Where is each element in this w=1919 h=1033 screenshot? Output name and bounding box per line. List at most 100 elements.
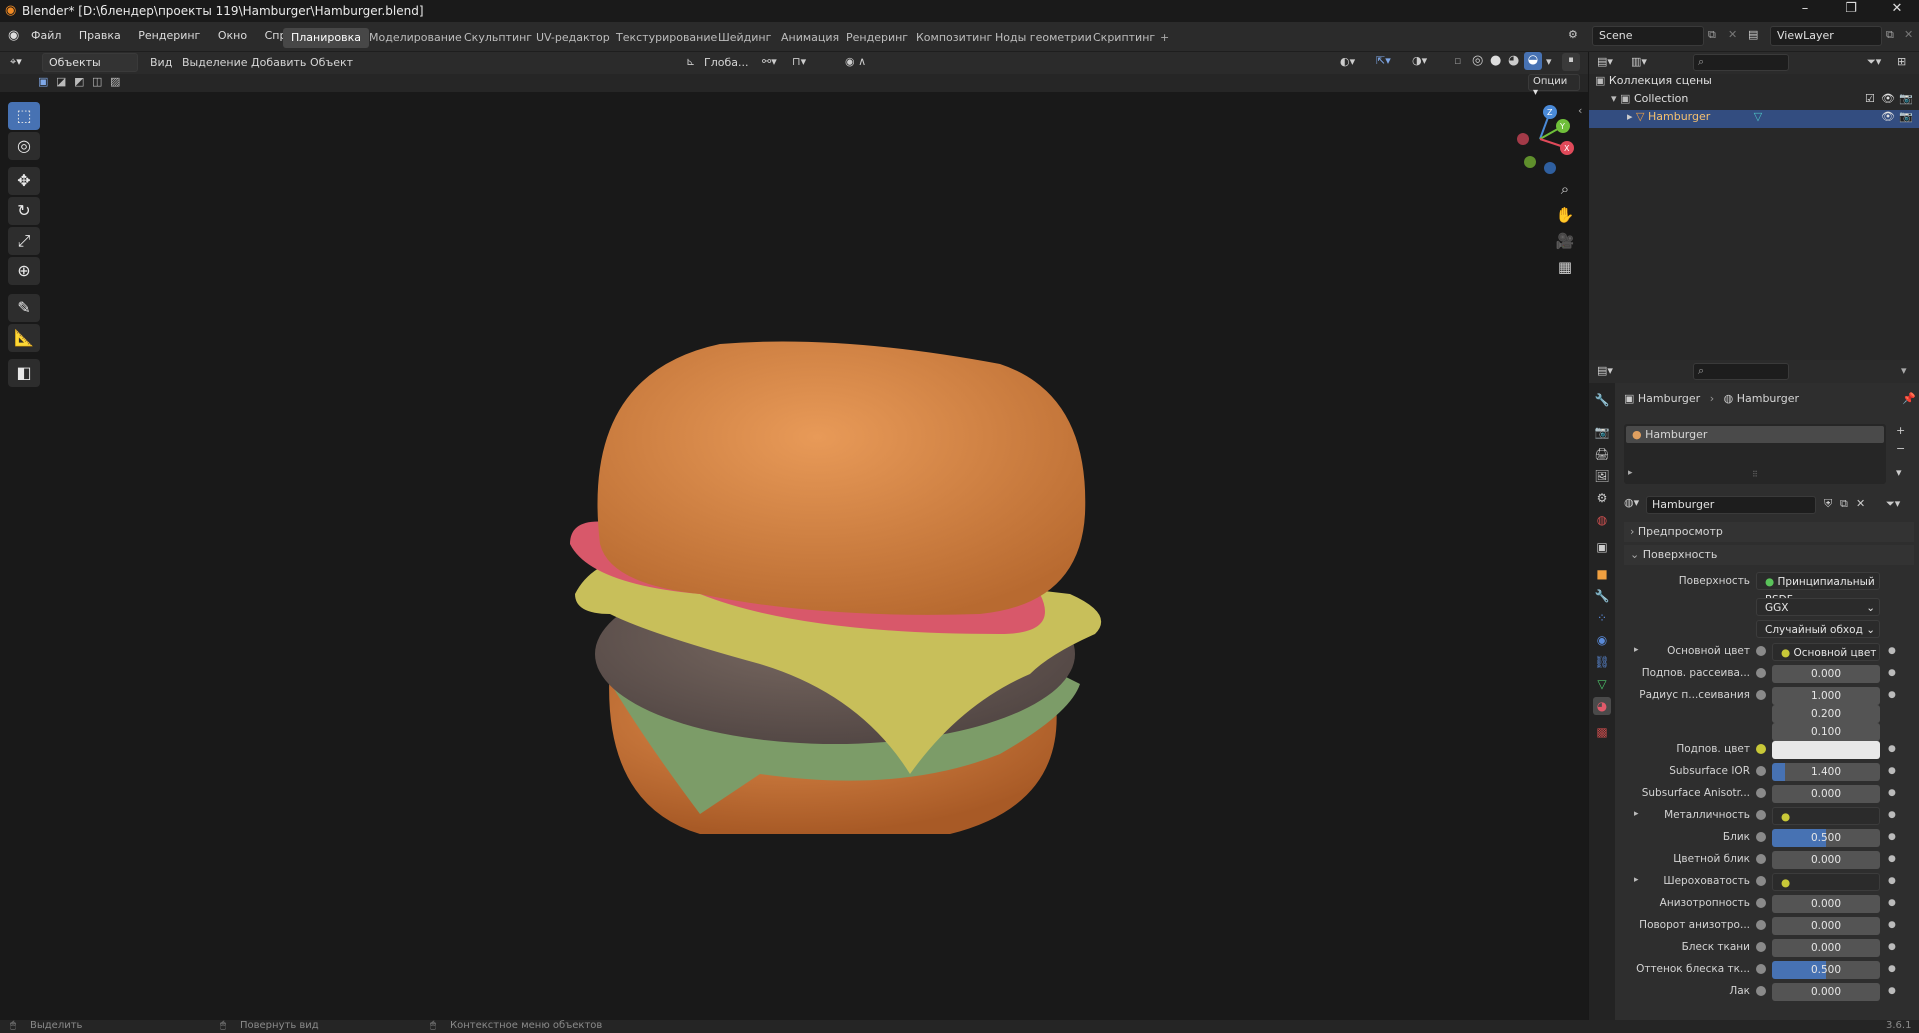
material-tab-icon[interactable]: ◕: [1593, 697, 1611, 715]
options-dropdown[interactable]: Опции ▾: [1528, 74, 1580, 98]
delete-scene-icon[interactable]: ✕: [1728, 28, 1737, 41]
slider-field[interactable]: 0.500: [1772, 829, 1880, 847]
outliner-search-input[interactable]: ⌕: [1693, 54, 1789, 71]
menu-view[interactable]: Вид: [150, 56, 172, 69]
zoom-icon[interactable]: ⌕: [1553, 178, 1577, 200]
outliner-row-scene-collection[interactable]: ▣ Коллекция сцены: [1589, 74, 1919, 92]
tab-rendering[interactable]: Рендеринг: [838, 28, 916, 48]
input-socket-icon[interactable]: [1756, 788, 1766, 798]
filter-icon[interactable]: ⏷▾: [1867, 55, 1881, 69]
expand-arrow-icon[interactable]: ▸: [1627, 110, 1633, 123]
checkbox-icon[interactable]: ☑: [1865, 92, 1875, 105]
keyframe-dot-icon[interactable]: ●: [1888, 646, 1896, 656]
copy-scene-icon[interactable]: ⧉: [1708, 28, 1716, 42]
pin-icon[interactable]: 📌: [1902, 392, 1916, 405]
keyframe-dot-icon[interactable]: ●: [1888, 690, 1896, 700]
wireframe-shading-icon[interactable]: ◎: [1472, 53, 1483, 68]
browse-material-icon[interactable]: ◍▾: [1624, 496, 1639, 509]
delete-view-layer-icon[interactable]: ✕: [1904, 28, 1913, 41]
select-mode-intersect-icon[interactable]: ▨: [110, 75, 120, 88]
input-socket-icon[interactable]: [1756, 964, 1766, 974]
tab-texturing[interactable]: Текстурирование: [608, 28, 725, 48]
view-layer-selector[interactable]: ViewLayer: [1770, 26, 1882, 46]
camera-view-icon[interactable]: 🎥: [1553, 230, 1577, 252]
subsurface-method-dropdown[interactable]: Случайный обход ⌄: [1756, 620, 1880, 638]
number-field[interactable]: 0.000: [1772, 939, 1880, 957]
scene-selector[interactable]: Scene: [1592, 26, 1704, 46]
pan-hand-icon[interactable]: ✋: [1553, 204, 1577, 226]
number-field[interactable]: 1.000: [1772, 687, 1880, 705]
properties-options-icon[interactable]: ▾: [1901, 364, 1907, 377]
color-swatch[interactable]: [1772, 741, 1880, 759]
preview-panel-header[interactable]: › Предпросмотр: [1624, 522, 1914, 542]
copy-view-layer-icon[interactable]: ⧉: [1886, 28, 1894, 42]
solid-shading-icon[interactable]: ●: [1490, 53, 1501, 68]
keyframe-dot-icon[interactable]: ●: [1888, 788, 1896, 798]
scale-tool[interactable]: ⤢: [8, 227, 40, 255]
properties-search-input[interactable]: ⌕: [1693, 363, 1789, 380]
maximize-button[interactable]: ❐: [1836, 1, 1866, 16]
close-window-button[interactable]: ✕: [1882, 1, 1912, 16]
linked-input-field[interactable]: ● Основной цвет: [1772, 643, 1880, 661]
3d-viewport[interactable]: ⬚ ◎ ✥ ↻ ⤢ ⊕ ✎ 📐 ◧ Z Y X ⌕ ✋ 🎥 ▦ ‹: [0, 74, 1588, 1020]
proportional-edit-icon[interactable]: ◉ ∧: [845, 55, 866, 68]
xray-icon[interactable]: ▫: [1454, 54, 1461, 67]
overlay-toggle-icon[interactable]: ◑▾: [1412, 54, 1427, 67]
add-slot-button[interactable]: +: [1896, 424, 1905, 437]
tab-animation[interactable]: Анимация: [773, 28, 847, 48]
keyframe-dot-icon[interactable]: ●: [1888, 898, 1896, 908]
number-field[interactable]: 0.100: [1772, 723, 1880, 741]
orientation-selector[interactable]: Глоба...: [704, 56, 748, 69]
mode-selector[interactable]: Объекты: [42, 53, 138, 72]
navigation-gizmo[interactable]: Z Y X: [1505, 104, 1575, 174]
texture-tab-icon[interactable]: ▩: [1593, 723, 1611, 741]
select-mode-extend-icon[interactable]: ◪: [56, 75, 66, 88]
world-tab-icon[interactable]: ◍: [1593, 511, 1611, 529]
input-socket-icon[interactable]: [1756, 986, 1766, 996]
new-collection-icon[interactable]: ⊞: [1897, 55, 1906, 68]
slider-field[interactable]: 0.500: [1772, 961, 1880, 979]
input-socket-icon[interactable]: [1756, 646, 1766, 656]
data-tab-icon[interactable]: ▽: [1593, 675, 1611, 693]
keyframe-dot-icon[interactable]: ●: [1888, 766, 1896, 776]
keyframe-dot-icon[interactable]: ●: [1888, 854, 1896, 864]
pause-render-icon[interactable]: ⏸: [1562, 53, 1580, 71]
surface-shader-field[interactable]: ● Принципиальный BSDF: [1756, 572, 1880, 606]
number-field[interactable]: 0.000: [1772, 785, 1880, 803]
visibility-icon[interactable]: ◐▾: [1340, 55, 1355, 68]
menu-file[interactable]: Файл: [31, 29, 61, 42]
display-mode-icon[interactable]: ▥▾: [1631, 55, 1647, 68]
keyframe-dot-icon[interactable]: ●: [1888, 876, 1896, 886]
remove-slot-button[interactable]: −: [1896, 442, 1905, 455]
number-field[interactable]: 0.000: [1772, 851, 1880, 869]
rotate-tool[interactable]: ↻: [8, 197, 40, 225]
input-socket-icon[interactable]: [1756, 810, 1766, 820]
scene-tab-icon[interactable]: ⚙: [1593, 489, 1611, 507]
render-tab-icon[interactable]: 📷: [1593, 423, 1611, 441]
select-box-tool[interactable]: ⬚: [8, 102, 40, 130]
tool-tab-icon[interactable]: 🔧: [1593, 391, 1611, 409]
input-socket-icon[interactable]: [1756, 744, 1766, 754]
tab-layout[interactable]: Планировка: [283, 28, 369, 48]
material-name-field[interactable]: Hamburger: [1646, 496, 1816, 514]
keyframe-dot-icon[interactable]: ●: [1888, 832, 1896, 842]
input-socket-icon[interactable]: [1756, 942, 1766, 952]
number-field[interactable]: 0.000: [1772, 895, 1880, 913]
eye-icon[interactable]: 👁: [1881, 92, 1895, 105]
output-tab-icon[interactable]: 🖨: [1593, 445, 1611, 463]
collapse-arrow-icon[interactable]: ▾: [1611, 92, 1617, 105]
input-socket-icon[interactable]: [1756, 690, 1766, 700]
keyframe-dot-icon[interactable]: ●: [1888, 810, 1896, 820]
physics-tab-icon[interactable]: ◉: [1593, 631, 1611, 649]
outliner-editor-icon[interactable]: ▤▾: [1597, 55, 1613, 68]
input-socket-icon[interactable]: [1756, 832, 1766, 842]
properties-editor-icon[interactable]: ▤▾: [1597, 364, 1613, 377]
material-shading-icon[interactable]: ◕: [1508, 53, 1519, 68]
input-socket-icon[interactable]: [1756, 668, 1766, 678]
transform-tool[interactable]: ⊕: [8, 257, 40, 285]
constraints-tab-icon[interactable]: ⛓: [1593, 653, 1611, 671]
menu-add[interactable]: Добавить: [251, 56, 306, 69]
pivot-icon[interactable]: ⚯▾: [762, 55, 777, 68]
keyframe-dot-icon[interactable]: ●: [1888, 668, 1896, 678]
menu-edit[interactable]: Правка: [79, 29, 121, 42]
